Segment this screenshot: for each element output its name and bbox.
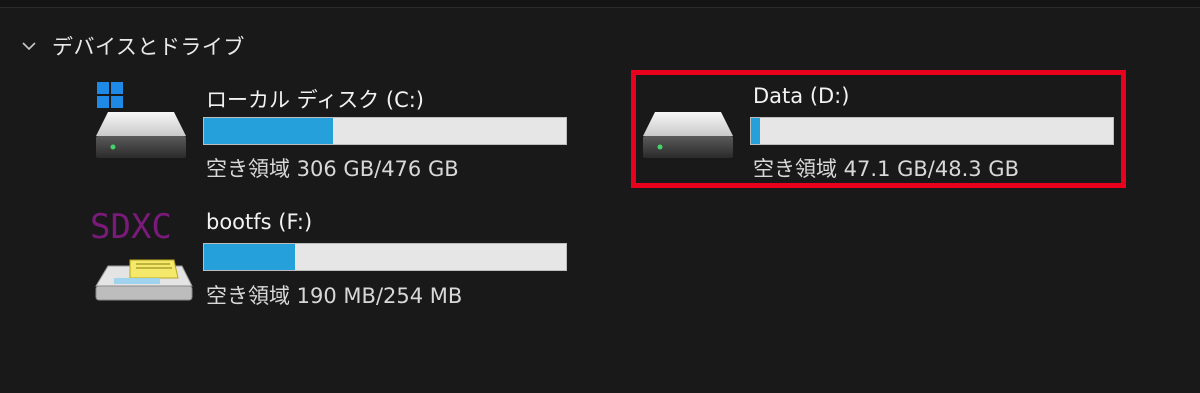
sdxc-label: SDXC <box>90 207 172 247</box>
drive-name: Data (D:) <box>753 84 850 108</box>
drive-free-space: 空き領域 306 GB/476 GB <box>206 157 459 181</box>
hard-drive-icon <box>643 112 733 158</box>
sdxc-card-icon: SDXC <box>90 207 193 301</box>
drive-name: ローカル ディスク (C:) <box>206 88 425 112</box>
drive-name: bootfs (F:) <box>206 210 313 234</box>
drive-free-space: 空き領域 47.1 GB/48.3 GB <box>753 157 1019 181</box>
drive-item-d[interactable]: Data (D:) 空き領域 47.1 GB/48.3 GB <box>640 78 1120 188</box>
drive-usage-fill <box>204 244 296 270</box>
section-header-devices[interactable]: デバイスとドライブ <box>20 30 245 62</box>
chevron-down-icon[interactable] <box>20 37 38 55</box>
drive-free-space: 空き領域 190 MB/254 MB <box>206 284 463 308</box>
drive-usage-bar <box>203 243 567 271</box>
drive-item-c[interactable]: ローカル ディスク (C:) 空き領域 306 GB/476 GB <box>88 78 568 188</box>
drive-item-f[interactable]: SDXC bootfs (F:) 空き領域 190 MB/254 MB <box>88 202 568 312</box>
drive-usage-fill <box>751 118 761 144</box>
drive-usage-bar <box>750 117 1114 145</box>
top-divider <box>0 0 1200 8</box>
drive-usage-fill <box>204 118 334 144</box>
windows-system-drive-icon <box>96 82 186 158</box>
section-title: デバイスとドライブ <box>52 35 245 59</box>
drive-usage-bar <box>203 117 567 145</box>
